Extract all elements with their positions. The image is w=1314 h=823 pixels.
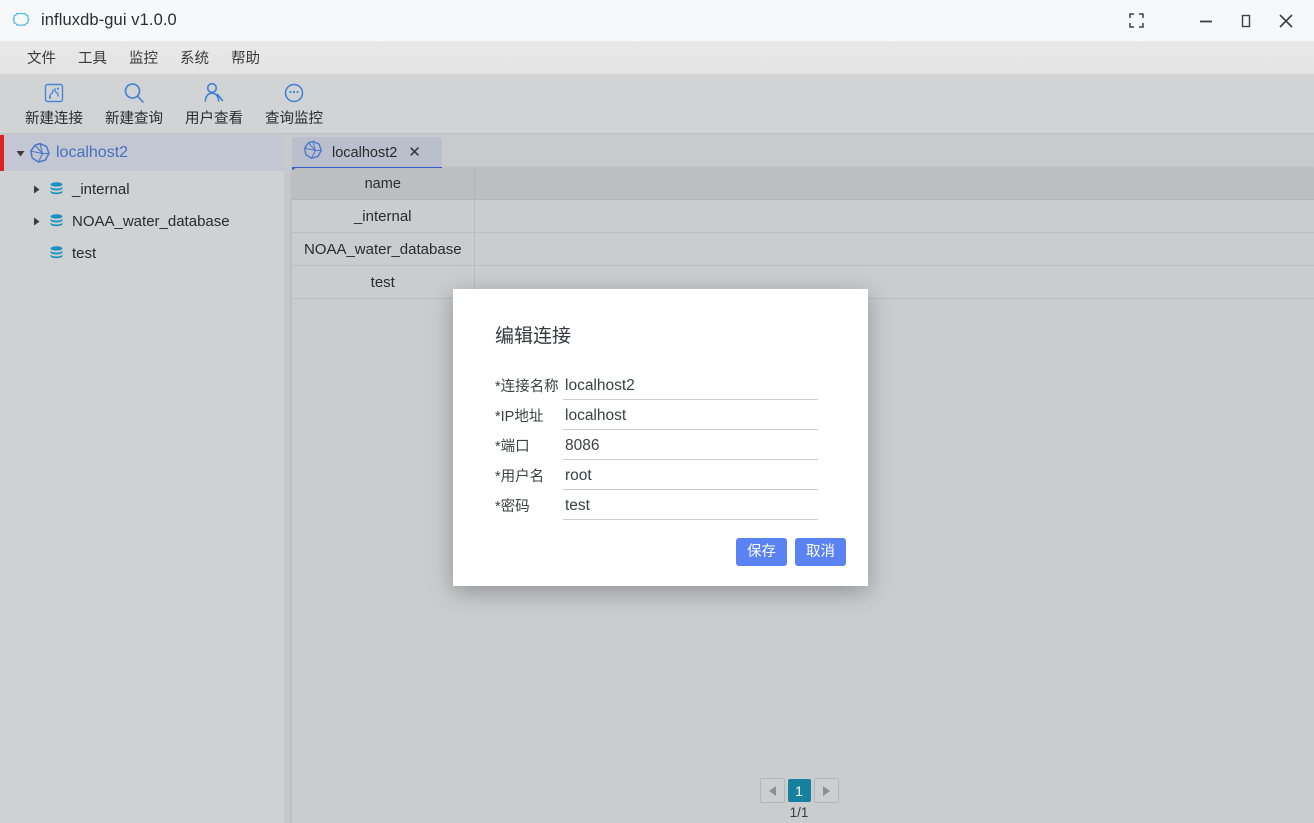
title-bar: influxdb-gui v1.0.0 [0, 0, 1314, 41]
cell-name: test [292, 265, 475, 299]
connection-node-icon [302, 139, 324, 166]
tree-item-localhost2[interactable]: localhost2 [0, 135, 284, 171]
field-password [563, 497, 818, 520]
chevron-left-icon [768, 785, 776, 796]
tab-strip: localhost2 ✕ [284, 135, 1314, 170]
label-password: *密码 [495, 499, 530, 515]
label-username: *用户名 [495, 469, 545, 485]
label-connection-name: *连接名称 [495, 379, 559, 395]
selection-indicator [0, 135, 4, 171]
tree-item-label: NOAA_water_database [72, 212, 230, 230]
column-header-name[interactable]: name [292, 168, 475, 200]
new-query-button[interactable]: 新建查询 [94, 77, 174, 132]
tree-item-label: localhost2 [56, 144, 129, 161]
tree-item-label: test [72, 244, 97, 262]
tree-item-NOAA_water_database[interactable]: NOAA_water_database [0, 207, 284, 235]
databases-table: name _internal NOAA_water_database test [292, 168, 1314, 299]
form-row-ip-address: *IP地址 [495, 400, 846, 430]
tree-item-test[interactable]: test [0, 239, 284, 267]
connection-form: *连接名称 *IP地址 *端口 *用户名 [475, 370, 846, 520]
edit-connection-dialog: 编辑连接 *连接名称 *IP地址 *端口 * [453, 289, 868, 586]
cloud-outline-icon [11, 11, 31, 31]
username-input[interactable] [565, 467, 818, 485]
cell-name: _internal [292, 199, 475, 233]
label-ip-address: *IP地址 [495, 409, 544, 425]
field-port [563, 437, 818, 460]
minimize-icon[interactable] [1186, 0, 1226, 41]
tab-localhost2[interactable]: localhost2 ✕ [292, 137, 442, 170]
table-row[interactable]: _internal [292, 199, 1314, 233]
connection-node-icon [28, 141, 52, 165]
user-view-label: 用户查看 [185, 111, 243, 127]
menu-item-file[interactable]: 文件 [16, 44, 67, 71]
user-icon [202, 80, 226, 105]
menu-item-system[interactable]: 系统 [169, 44, 220, 71]
title-bar-left: influxdb-gui v1.0.0 [0, 11, 177, 31]
pagination-controls: 1 [759, 778, 839, 803]
chevron-down-icon[interactable] [12, 148, 28, 159]
menu-item-tools[interactable]: 工具 [67, 44, 118, 71]
pagination: 1 1/1 [284, 774, 1314, 823]
menu-item-help[interactable]: 帮助 [220, 44, 271, 71]
cancel-button[interactable]: 取消 [795, 537, 846, 566]
field-username [563, 467, 818, 490]
cell-name: NOAA_water_database [292, 232, 475, 266]
field-ip-address [563, 407, 818, 430]
menu-bar: 文件 工具 监控 系统 帮助 [0, 41, 1314, 75]
form-row-username: *用户名 [495, 460, 846, 490]
ip-address-input[interactable] [565, 407, 818, 425]
close-icon[interactable] [1266, 0, 1306, 41]
page-number-1[interactable]: 1 [787, 779, 811, 802]
tree-item-label: _internal [72, 180, 130, 198]
form-row-port: *端口 [495, 430, 846, 460]
database-icon [44, 181, 68, 198]
connection-name-input[interactable] [565, 377, 818, 395]
application-window: influxdb-gui v1.0.0 文件 工具 监控 系统 帮助 新建连接 … [0, 0, 1314, 823]
next-page-button[interactable] [813, 778, 839, 803]
chevron-right-icon[interactable] [28, 216, 44, 227]
fullscreen-icon[interactable] [1116, 0, 1156, 41]
table-header-row: name [292, 168, 1314, 200]
close-icon[interactable]: ✕ [405, 143, 424, 162]
chevron-right-icon [822, 785, 830, 796]
page-info: 1/1 [789, 805, 809, 820]
dialog-title: 编辑连接 [495, 326, 572, 347]
cell-blank [474, 232, 1314, 266]
database-icon [44, 213, 68, 230]
new-query-label: 新建查询 [105, 111, 163, 127]
form-row-password: *密码 [495, 490, 846, 520]
database-icon [44, 245, 68, 262]
window-controls [1116, 0, 1314, 41]
form-row-connection-name: *连接名称 [495, 370, 846, 400]
new-connection-label: 新建连接 [25, 111, 83, 127]
tab-label: localhost2 [332, 144, 398, 161]
save-button[interactable]: 保存 [736, 537, 787, 566]
prev-page-button[interactable] [759, 778, 785, 803]
monitor-icon [282, 80, 306, 105]
query-monitor-button[interactable]: 查询监控 [254, 77, 334, 132]
sidebar-tree: localhost2 _internal NOAA_water_database… [0, 135, 284, 823]
tree-item-_internal[interactable]: _internal [0, 175, 284, 203]
new-connection-button[interactable]: 新建连接 [14, 77, 94, 132]
menu-item-monitor[interactable]: 监控 [118, 44, 169, 71]
port-input[interactable] [565, 437, 818, 455]
chevron-right-icon[interactable] [28, 184, 44, 195]
table-row[interactable]: NOAA_water_database [292, 232, 1314, 266]
column-header-blank [474, 168, 1314, 200]
password-input[interactable] [565, 497, 818, 515]
toolbar: 新建连接 新建查询 用户查看 查询监控 [0, 75, 1314, 134]
field-connection-name [563, 377, 818, 400]
new-connection-icon [43, 80, 65, 105]
maximize-icon[interactable] [1226, 0, 1266, 41]
query-monitor-label: 查询监控 [265, 111, 323, 127]
window-title: influxdb-gui v1.0.0 [41, 11, 177, 29]
search-icon [122, 80, 146, 105]
dialog-actions: 保存 取消 [736, 537, 846, 566]
cell-blank [474, 199, 1314, 233]
user-view-button[interactable]: 用户查看 [174, 77, 254, 132]
label-port: *端口 [495, 439, 530, 455]
